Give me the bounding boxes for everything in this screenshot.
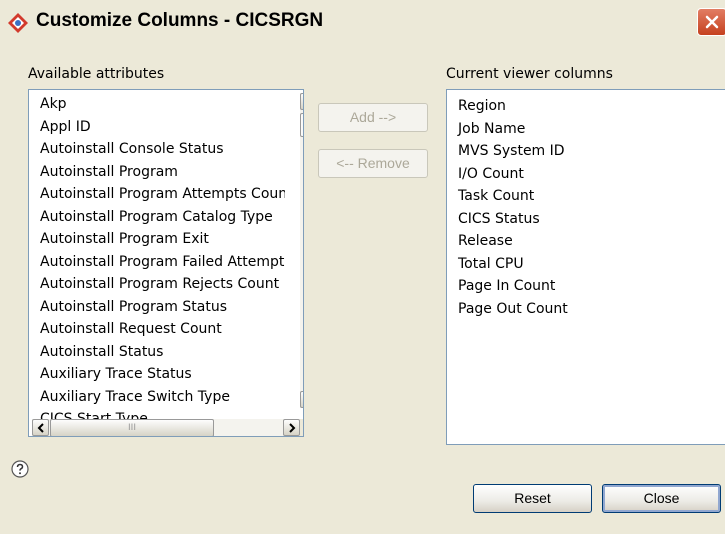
scroll-right-button[interactable] xyxy=(283,419,300,436)
vertical-scroll-thumb[interactable] xyxy=(300,113,303,137)
scroll-corner xyxy=(300,419,303,436)
list-item[interactable]: Page In Count xyxy=(447,275,725,298)
window-title: Customize Columns - CICSRGN xyxy=(36,10,324,31)
list-item[interactable]: Release xyxy=(447,230,725,253)
list-item[interactable]: Autoinstall Program xyxy=(29,161,285,184)
reset-button[interactable]: Reset xyxy=(473,484,592,513)
list-item[interactable]: Autoinstall Program Failed Attempts xyxy=(29,251,285,274)
list-item[interactable]: Page Out Count xyxy=(447,298,725,321)
list-item[interactable]: Autoinstall Program Status xyxy=(29,296,285,319)
vertical-scrollbar[interactable] xyxy=(300,93,303,408)
customize-columns-dialog: Customize Columns - CICSRGN Available at… xyxy=(0,0,725,534)
available-attributes-list[interactable]: Akp Appl ID Autoinstall Console Status A… xyxy=(28,89,304,437)
list-item[interactable]: Auxiliary Trace Status xyxy=(29,363,285,386)
list-item[interactable]: Autoinstall Console Status xyxy=(29,138,285,161)
list-item[interactable]: Job Name xyxy=(447,118,725,141)
list-item[interactable]: Autoinstall Program Attempts Count xyxy=(29,183,285,206)
list-item[interactable]: Task Count xyxy=(447,185,725,208)
horizontal-scroll-thumb[interactable]: III xyxy=(50,419,214,436)
close-button[interactable]: Close xyxy=(602,484,721,513)
horizontal-scrollbar[interactable]: III xyxy=(32,419,300,436)
remove-button[interactable]: <-- Remove xyxy=(318,149,428,178)
arrow-left-icon xyxy=(37,423,44,433)
current-columns-label: Current viewer columns xyxy=(446,66,613,82)
list-item[interactable]: Akp xyxy=(29,93,285,116)
list-item[interactable]: Autoinstall Program Exit xyxy=(29,228,285,251)
arrow-right-icon xyxy=(289,423,296,433)
window-close-button[interactable] xyxy=(697,8,725,36)
help-icon[interactable] xyxy=(11,460,29,478)
list-item[interactable]: CICS Status xyxy=(447,208,725,231)
list-item[interactable]: MVS System ID xyxy=(447,140,725,163)
list-item[interactable]: Autoinstall Request Count xyxy=(29,318,285,341)
list-item[interactable]: Region xyxy=(447,95,725,118)
cics-region-icon xyxy=(7,12,29,34)
list-item[interactable]: Autoinstall Program Rejects Count xyxy=(29,273,285,296)
scroll-up-button[interactable] xyxy=(300,93,303,110)
list-item[interactable]: Autoinstall Program Catalog Type xyxy=(29,206,285,229)
available-attributes-label: Available attributes xyxy=(28,66,165,82)
close-icon xyxy=(705,15,719,29)
list-item[interactable]: Total CPU xyxy=(447,253,725,276)
list-item[interactable]: I/O Count xyxy=(447,163,725,186)
scroll-down-button[interactable] xyxy=(300,391,303,408)
title-bar[interactable]: Customize Columns - CICSRGN xyxy=(0,0,725,44)
scroll-grip: III xyxy=(128,423,136,433)
scroll-left-button[interactable] xyxy=(32,419,49,436)
list-item[interactable]: Auxiliary Trace Switch Type xyxy=(29,386,285,409)
add-button[interactable]: Add --> xyxy=(318,103,428,132)
current-columns-list[interactable]: Region Job Name MVS System ID I/O Count … xyxy=(446,89,725,445)
list-item[interactable]: Autoinstall Status xyxy=(29,341,285,364)
list-item[interactable]: Appl ID xyxy=(29,116,285,139)
